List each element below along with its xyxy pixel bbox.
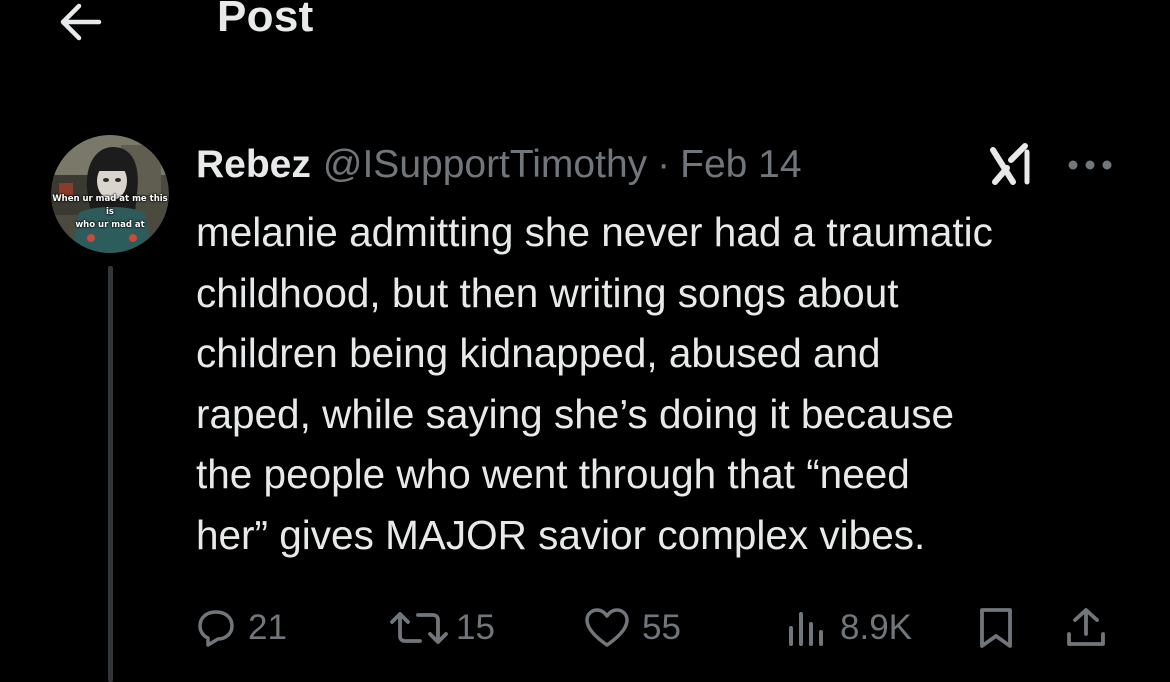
user-handle[interactable]: @ISupportTimothy [323, 143, 647, 187]
tweet-header: Rebez @ISupportTimothy · Feb 14 [196, 140, 802, 190]
views-icon [789, 612, 823, 646]
display-name[interactable]: Rebez [196, 143, 311, 187]
grok-icon [990, 143, 1030, 185]
like-button[interactable]: 55 [584, 598, 681, 658]
back-button[interactable] [52, 0, 108, 48]
more-dots-icon [1068, 160, 1112, 170]
avatar[interactable]: When ur mad at me this is who ur mad at [51, 135, 169, 253]
thread-line [108, 266, 113, 682]
share-icon [1067, 608, 1105, 646]
repost-icon [390, 612, 448, 644]
avatar-caption: When ur mad at me this is who ur mad at [52, 194, 168, 230]
separator-dot: · [657, 143, 671, 186]
arrow-left-icon [60, 3, 102, 41]
like-count: 55 [642, 608, 681, 647]
reply-icon [198, 610, 234, 647]
bookmark-icon [980, 608, 1012, 648]
grok-button[interactable] [984, 140, 1040, 190]
views-button[interactable]: 8.9K [786, 598, 912, 658]
like-icon [585, 608, 629, 647]
top-bar: Post [0, 0, 1170, 60]
more-options-button[interactable] [1062, 143, 1118, 187]
page-title: Post [217, 0, 314, 41]
tweet-text: melanie admitting she never had a trauma… [196, 209, 993, 558]
repost-count: 15 [456, 608, 495, 647]
bookmark-button[interactable] [976, 598, 1016, 658]
reply-button[interactable]: 21 [196, 598, 287, 658]
repost-button[interactable]: 15 [388, 598, 495, 658]
post-date[interactable]: Feb 14 [680, 143, 801, 187]
post-screen: Post When ur mad at me this is who ur ma… [0, 0, 1170, 682]
action-bar: 21 15 55 8.9K [196, 598, 1126, 658]
reply-count: 21 [248, 608, 287, 647]
view-count: 8.9K [840, 608, 912, 647]
share-button[interactable] [1064, 598, 1108, 658]
